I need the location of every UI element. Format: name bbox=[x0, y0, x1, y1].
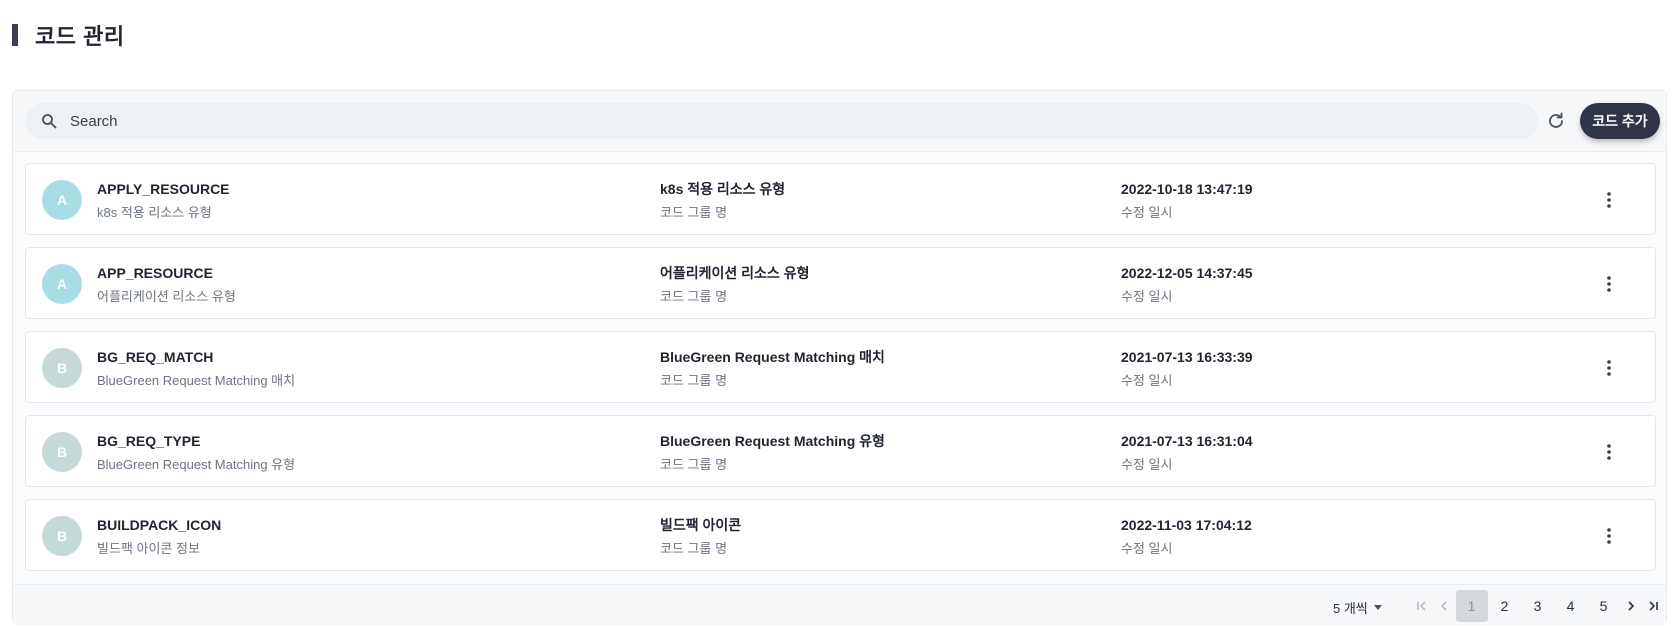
last-page-icon bbox=[1649, 601, 1658, 611]
refresh-icon bbox=[1546, 111, 1566, 131]
modified-cell: 2021-07-13 16:31:04 수정 일시 bbox=[1121, 431, 1253, 475]
group-cell: BlueGreen Request Matching 매치 코드 그룹 명 bbox=[660, 347, 885, 391]
avatar: A bbox=[42, 180, 82, 220]
code-name: BUILDPACK_ICON bbox=[97, 517, 222, 533]
code-name: BG_REQ_MATCH bbox=[97, 349, 214, 365]
modified-date: 2021-07-13 16:33:39 bbox=[1121, 349, 1253, 365]
more-vertical-icon bbox=[1607, 360, 1611, 376]
modified-label: 수정 일시 bbox=[1121, 205, 1173, 220]
prev-page-button[interactable] bbox=[1433, 590, 1455, 622]
list-item[interactable]: B BG_REQ_TYPE BlueGreen Request Matching… bbox=[25, 415, 1656, 487]
modified-date: 2022-10-18 13:47:19 bbox=[1121, 181, 1253, 197]
code-description: 어플리케이션 리소스 유형 bbox=[97, 289, 236, 304]
more-button[interactable] bbox=[1599, 358, 1619, 378]
group-name: BlueGreen Request Matching 유형 bbox=[660, 433, 885, 449]
modified-date: 2022-11-03 17:04:12 bbox=[1121, 517, 1252, 533]
group-cell: 어플리케이션 리소스 유형 코드 그룹 명 bbox=[660, 263, 809, 307]
group-name: k8s 적용 리소스 유형 bbox=[660, 181, 786, 197]
pagination-bar: 5 개씩 12345 bbox=[13, 584, 1666, 625]
add-code-button[interactable]: 코드 추가 bbox=[1580, 103, 1660, 139]
title-accent-bar bbox=[12, 24, 18, 46]
toolbar: 코드 추가 bbox=[13, 91, 1666, 152]
page-size-select[interactable]: 5 개씩 bbox=[1333, 598, 1382, 617]
code-cell: BG_REQ_TYPE BlueGreen Request Matching 유… bbox=[97, 431, 295, 475]
page-button-3[interactable]: 3 bbox=[1522, 590, 1554, 622]
modified-date: 2022-12-05 14:37:45 bbox=[1121, 265, 1253, 281]
code-name: BG_REQ_TYPE bbox=[97, 433, 201, 449]
list-item[interactable]: A APP_RESOURCE 어플리케이션 리소스 유형 어플리케이션 리소스 … bbox=[25, 247, 1656, 319]
code-name: APPLY_RESOURCE bbox=[97, 181, 230, 197]
group-cell: k8s 적용 리소스 유형 코드 그룹 명 bbox=[660, 179, 785, 223]
code-cell: BG_REQ_MATCH BlueGreen Request Matching … bbox=[97, 347, 295, 391]
code-cell: APPLY_RESOURCE k8s 적용 리소스 유형 bbox=[97, 179, 230, 223]
modified-date: 2021-07-13 16:31:04 bbox=[1121, 433, 1253, 449]
group-name: 빌드팩 아이콘 bbox=[660, 517, 742, 533]
more-vertical-icon bbox=[1607, 276, 1611, 292]
modified-cell: 2021-07-13 16:33:39 수정 일시 bbox=[1121, 347, 1253, 391]
more-vertical-icon bbox=[1607, 192, 1611, 208]
group-label: 코드 그룹 명 bbox=[660, 373, 728, 388]
list-item[interactable]: B BUILDPACK_ICON 빌드팩 아이콘 정보 빌드팩 아이콘 코드 그… bbox=[25, 499, 1656, 571]
search-icon bbox=[41, 113, 57, 129]
first-page-icon bbox=[1417, 601, 1426, 611]
page-header: 코드 관리 bbox=[12, 22, 125, 49]
code-name: APP_RESOURCE bbox=[97, 265, 213, 281]
list-item[interactable]: B BG_REQ_MATCH BlueGreen Request Matchin… bbox=[25, 331, 1656, 403]
code-description: BlueGreen Request Matching 매치 bbox=[97, 373, 296, 388]
search-input[interactable] bbox=[70, 112, 1470, 130]
page-button-2[interactable]: 2 bbox=[1489, 590, 1521, 622]
modified-label: 수정 일시 bbox=[1121, 457, 1173, 472]
group-label: 코드 그룹 명 bbox=[660, 541, 728, 556]
more-button[interactable] bbox=[1599, 274, 1619, 294]
code-cell: APP_RESOURCE 어플리케이션 리소스 유형 bbox=[97, 263, 236, 307]
last-page-button[interactable] bbox=[1642, 590, 1664, 622]
modified-label: 수정 일시 bbox=[1121, 289, 1173, 304]
code-list: A APPLY_RESOURCE k8s 적용 리소스 유형 k8s 적용 리소… bbox=[25, 163, 1656, 583]
more-button[interactable] bbox=[1599, 442, 1619, 462]
more-vertical-icon bbox=[1607, 528, 1611, 544]
modified-cell: 2022-11-03 17:04:12 수정 일시 bbox=[1121, 515, 1252, 559]
modified-label: 수정 일시 bbox=[1121, 541, 1173, 556]
avatar: B bbox=[42, 432, 82, 472]
more-button[interactable] bbox=[1599, 190, 1619, 210]
list-item[interactable]: A APPLY_RESOURCE k8s 적용 리소스 유형 k8s 적용 리소… bbox=[25, 163, 1656, 235]
code-list-panel: 코드 추가 A APPLY_RESOURCE k8s 적용 리소스 유형 k8s… bbox=[12, 90, 1667, 625]
page-title: 코드 관리 bbox=[35, 24, 125, 49]
group-name: BlueGreen Request Matching 매치 bbox=[660, 349, 885, 365]
next-page-button[interactable] bbox=[1620, 590, 1642, 622]
refresh-button[interactable] bbox=[1544, 109, 1568, 133]
first-page-button[interactable] bbox=[1411, 590, 1433, 622]
code-cell: BUILDPACK_ICON 빌드팩 아이콘 정보 bbox=[97, 515, 221, 559]
caret-down-icon bbox=[1373, 605, 1382, 610]
page-button-4[interactable]: 4 bbox=[1555, 590, 1587, 622]
code-description: BlueGreen Request Matching 유형 bbox=[97, 457, 296, 472]
pager: 12345 bbox=[1411, 590, 1664, 622]
more-button[interactable] bbox=[1599, 526, 1619, 546]
page-numbers: 12345 bbox=[1455, 590, 1620, 622]
avatar: B bbox=[42, 348, 82, 388]
code-description: 빌드팩 아이콘 정보 bbox=[97, 541, 200, 556]
modified-cell: 2022-12-05 14:37:45 수정 일시 bbox=[1121, 263, 1253, 307]
search-box[interactable] bbox=[25, 103, 1538, 139]
avatar: B bbox=[42, 516, 82, 556]
group-cell: 빌드팩 아이콘 코드 그룹 명 bbox=[660, 515, 741, 559]
group-label: 코드 그룹 명 bbox=[660, 457, 728, 472]
more-vertical-icon bbox=[1607, 444, 1611, 460]
chevron-right-icon bbox=[1628, 601, 1635, 611]
group-label: 코드 그룹 명 bbox=[660, 289, 728, 304]
group-label: 코드 그룹 명 bbox=[660, 205, 728, 220]
code-description: k8s 적용 리소스 유형 bbox=[97, 205, 212, 220]
page-size-label: 5 개씩 bbox=[1333, 601, 1368, 616]
modified-cell: 2022-10-18 13:47:19 수정 일시 bbox=[1121, 179, 1253, 223]
chevron-left-icon bbox=[1440, 601, 1447, 611]
group-cell: BlueGreen Request Matching 유형 코드 그룹 명 bbox=[660, 431, 885, 475]
avatar: A bbox=[42, 264, 82, 304]
group-name: 어플리케이션 리소스 유형 bbox=[660, 265, 810, 281]
modified-label: 수정 일시 bbox=[1121, 373, 1173, 388]
page-button-5[interactable]: 5 bbox=[1588, 590, 1620, 622]
page-button-1[interactable]: 1 bbox=[1455, 590, 1488, 622]
